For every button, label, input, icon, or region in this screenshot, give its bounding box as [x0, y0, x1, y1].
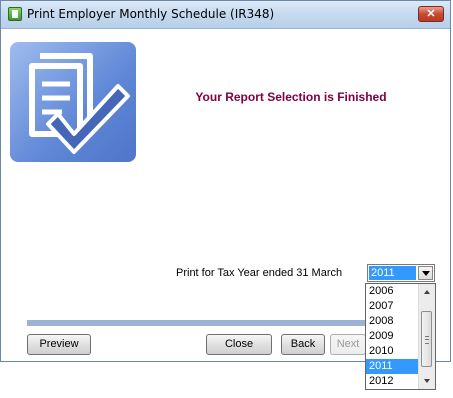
back-button[interactable]: Back	[281, 334, 325, 355]
completion-heading: Your Report Selection is Finished	[195, 90, 387, 104]
dropdown-option[interactable]: 2012	[366, 374, 419, 389]
dropdown-options: 2006 2007 2008 2009 2010 2011 2012	[366, 284, 419, 389]
document-checkmark-icon	[10, 42, 136, 162]
window-title: Print Employer Monthly Schedule (IR348)	[27, 7, 275, 21]
scroll-up-icon[interactable]	[419, 284, 435, 299]
dropdown-option[interactable]: 2009	[366, 329, 419, 344]
title-bar: Print Employer Monthly Schedule (IR348) …	[1, 1, 450, 29]
dropdown-option[interactable]: 2006	[366, 284, 419, 299]
dropdown-option[interactable]: 2007	[366, 299, 419, 314]
tax-year-select[interactable]: 2011	[367, 264, 435, 282]
dropdown-option[interactable]: 2010	[366, 344, 419, 359]
tax-year-dropdown-list[interactable]: 2006 2007 2008 2009 2010 2011 2012	[365, 283, 436, 390]
dropdown-option[interactable]: 2011	[366, 359, 419, 374]
tax-year-label: Print for Tax Year ended 31 March	[176, 267, 343, 279]
close-button[interactable]: Close	[206, 334, 272, 355]
chevron-down-icon[interactable]	[418, 266, 433, 280]
next-button: Next	[330, 334, 366, 355]
close-icon[interactable]: ✕	[418, 6, 444, 22]
dropdown-option[interactable]: 2008	[366, 314, 419, 329]
dropdown-scrollbar[interactable]	[418, 284, 435, 389]
app-icon	[8, 7, 22, 21]
tax-year-value: 2011	[369, 266, 416, 280]
scroll-down-icon[interactable]	[419, 374, 435, 389]
scroll-thumb[interactable]	[421, 311, 432, 367]
preview-button[interactable]: Preview	[27, 334, 91, 355]
